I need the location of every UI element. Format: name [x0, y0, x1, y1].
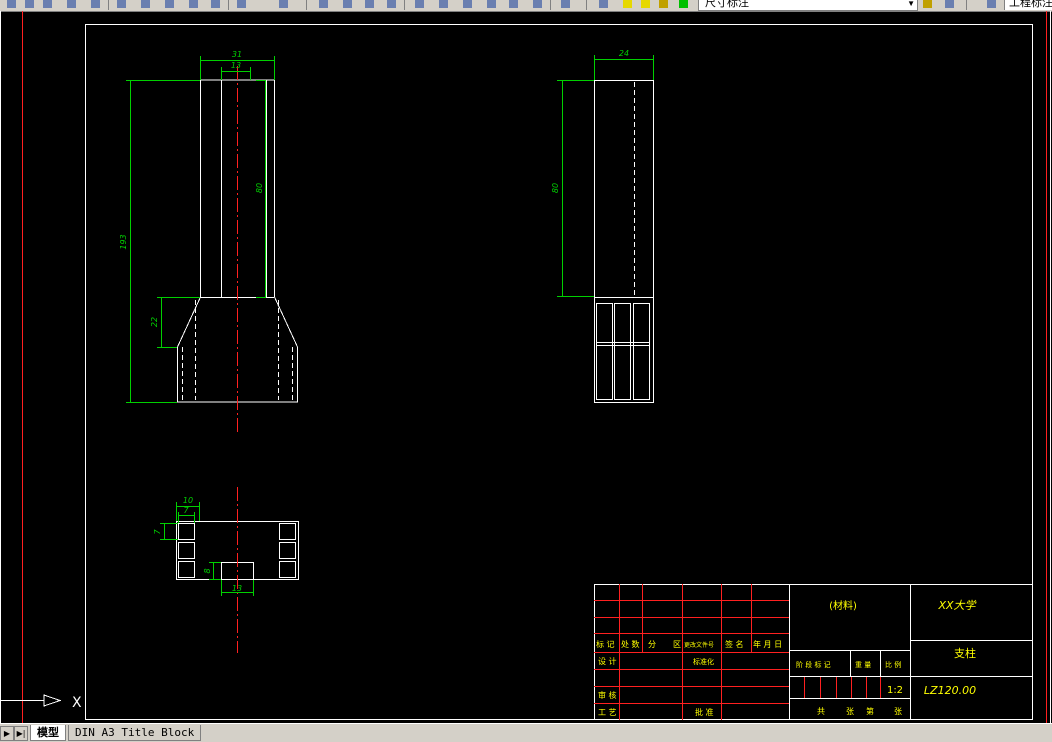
dim-top-slot-width: 13 [232, 584, 242, 593]
top-dimensions [160, 502, 254, 596]
mid-header-stage: 阶 段 标 记 [796, 660, 831, 669]
rev-header-5: 签 名 [725, 639, 744, 649]
color-swatch-icon[interactable] [676, 0, 691, 10]
sheet-total-label: 共 [817, 707, 825, 716]
style-dropdown-value: 工程标注 [1009, 0, 1052, 9]
dim-top-row: 7 [153, 529, 162, 535]
school-cell: XX大学 [937, 599, 977, 612]
layer-states-icon[interactable] [942, 0, 957, 10]
dim-front-width: 31 [232, 50, 242, 59]
style-dropdown[interactable]: 工程标注 [1004, 0, 1052, 10]
layer-dropdown[interactable]: 尺寸标注 ▼ [698, 0, 918, 11]
cut-icon[interactable] [114, 0, 129, 10]
side-view [594, 80, 654, 403]
layer-dropdown-value: 尺寸标注 [705, 0, 749, 9]
dim-front-slot: 13 [231, 61, 241, 70]
block-icon[interactable] [40, 0, 55, 10]
drawing-frame [85, 24, 1033, 720]
bulb-icon[interactable] [620, 0, 635, 10]
layer-previous-icon[interactable] [920, 0, 935, 10]
dim-front-slot-height: 80 [255, 183, 264, 193]
zoom-realtime-icon[interactable] [340, 0, 355, 10]
copy-icon[interactable] [138, 0, 153, 10]
rotate-icon[interactable] [22, 0, 37, 10]
dim-top-outer: 10 [183, 496, 193, 505]
sheet-current-label: 第 [866, 706, 874, 716]
tab-nav-last-icon[interactable]: ▶ [0, 726, 14, 741]
layout-tab-bar: ▶ ▶| 模型 DIN A3 Title Block [0, 723, 1052, 742]
drawing-canvas[interactable]: 31 13 193 80 22 24 80 10 7 7 8 13 X 标 记 … [0, 11, 1052, 723]
undo-arrow-icon[interactable] [234, 0, 249, 10]
scale-cell: 1:2 [887, 685, 903, 696]
tab-din-a3-title-block[interactable]: DIN A3 Title Block [68, 725, 202, 741]
rev-header-4: 更改文件号 [684, 641, 714, 649]
sheet-set-icon[interactable] [484, 0, 499, 10]
row-design: 设 计 [598, 656, 617, 666]
sun-icon[interactable] [638, 0, 653, 10]
dim-front-total-height: 193 [119, 234, 128, 249]
brush-icon[interactable] [208, 0, 223, 10]
zoom-window-icon[interactable] [362, 0, 377, 10]
layer-manager-icon[interactable] [596, 0, 611, 10]
lock-icon[interactable] [656, 0, 671, 10]
rev-header-6: 年 月 日 [753, 639, 782, 649]
ucs-x-label: X [72, 695, 82, 711]
dim-top-slot-depth: 8 [203, 568, 212, 573]
mid-header-weight: 重 量 [855, 661, 871, 669]
drawing-number-cell: LZ120.00 [924, 684, 976, 697]
redo-arrow-icon[interactable] [276, 0, 291, 10]
text-style-icon[interactable] [984, 0, 999, 10]
sheet-unit-label-2: 张 [894, 707, 902, 716]
pan-icon[interactable] [88, 0, 103, 10]
markup-icon[interactable] [506, 0, 521, 10]
row-standard: 标准化 [693, 657, 714, 666]
row-approve: 批 准 [695, 707, 714, 717]
tab-model[interactable]: 模型 [30, 725, 66, 741]
rev-header-0: 标 记 [596, 639, 615, 649]
tab-nav-end-icon[interactable]: ▶| [14, 726, 28, 741]
dim-top-inner: 7 [183, 506, 189, 515]
row-review: 审 核 [598, 690, 617, 700]
help-icon[interactable] [558, 0, 573, 10]
properties-icon[interactable] [412, 0, 427, 10]
row-process: 工 艺 [598, 708, 617, 717]
ucs-icon [0, 694, 62, 707]
rev-header-3: 区 [673, 640, 681, 649]
zoom-previous-icon[interactable] [384, 0, 399, 10]
sheet-unit-label-1: 张 [846, 707, 854, 716]
dim-front-taper: 22 [150, 317, 159, 327]
mid-header-scale: 比 例 [885, 660, 901, 669]
side-dimensions [557, 55, 654, 297]
pan-hand-icon[interactable] [316, 0, 331, 10]
dim-side-height: 80 [551, 183, 560, 193]
tool-palette-icon[interactable] [460, 0, 475, 10]
part-name-cell: 支柱 [954, 646, 976, 660]
undo-icon[interactable] [64, 0, 79, 10]
calculator-icon[interactable] [530, 0, 545, 10]
rev-header-2: 分 [648, 640, 656, 649]
layer-icon[interactable] [4, 0, 19, 10]
material-cell: (材料) [829, 599, 857, 612]
matchprop-icon[interactable] [186, 0, 201, 10]
paste-icon[interactable] [162, 0, 177, 10]
dim-side-width: 24 [619, 49, 629, 58]
chevron-down-icon: ▼ [907, 0, 915, 8]
design-center-icon[interactable] [436, 0, 451, 10]
rev-header-1: 处 数 [621, 639, 640, 649]
